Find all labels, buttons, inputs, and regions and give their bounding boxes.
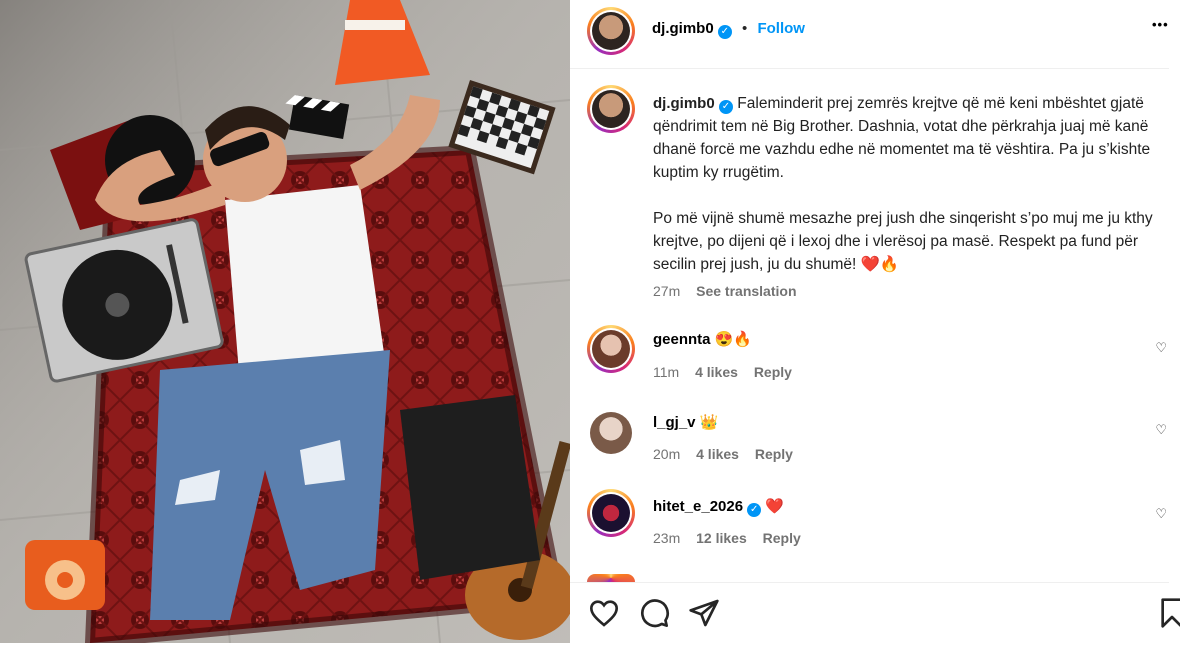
caption-username[interactable]: dj.gimb0: [653, 95, 715, 112]
follow-button[interactable]: Follow: [757, 20, 805, 37]
comment-text: ❤️: [765, 498, 785, 515]
comment-likes[interactable]: 4 likes: [695, 364, 738, 380]
caption-paragraph-2: Po më vijnë shumë mesazhe prej jush dhe …: [653, 210, 1153, 273]
comment-text: 👑: [699, 414, 719, 431]
verified-badge-icon: ✓: [747, 503, 762, 517]
comment-like-icon[interactable]: ♡: [1155, 422, 1167, 438]
comment-username[interactable]: l_gj_v: [653, 414, 696, 431]
comment-likes[interactable]: 4 likes: [696, 446, 739, 462]
comment-body: geennta 😍🔥: [653, 330, 752, 348]
comment-username[interactable]: geennta: [653, 331, 711, 348]
comment-likes[interactable]: 12 likes: [696, 530, 747, 546]
verified-badge-icon: ✓: [718, 100, 733, 114]
comment-meta: 23m 12 likes Reply: [653, 530, 813, 546]
comment-username[interactable]: hitet_e_2026: [653, 498, 743, 515]
header-separator: •: [742, 20, 748, 37]
share-icon[interactable]: [688, 597, 720, 629]
reply-button[interactable]: Reply: [754, 364, 792, 380]
comment-icon[interactable]: [638, 597, 670, 629]
comment-avatar[interactable]: [587, 325, 635, 373]
post-details-panel: dj.gimb0 ✓ • Follow ••• dj.gimb0 ✓ Falem…: [570, 0, 1197, 650]
comment-time: 11m: [653, 364, 680, 380]
comment-text: 😍🔥: [714, 331, 753, 348]
post-header-line: dj.gimb0 ✓ • Follow: [652, 20, 805, 39]
comment-avatar[interactable]: [590, 412, 632, 454]
comment-avatar[interactable]: [587, 489, 635, 537]
comment-meta: 11m 4 likes Reply: [653, 364, 804, 380]
post-image[interactable]: [0, 0, 570, 643]
like-icon[interactable]: [588, 597, 620, 629]
comment-avatar-partial: [587, 574, 635, 582]
comment-meta: 20m 4 likes Reply: [653, 446, 805, 462]
see-translation-link[interactable]: See translation: [696, 283, 796, 299]
comment-time: 23m: [653, 530, 681, 546]
comment-time: 20m: [653, 446, 681, 462]
more-icon[interactable]: •••: [1152, 17, 1169, 32]
post-caption: dj.gimb0 ✓ Faleminderit prej zemrës krej…: [653, 92, 1163, 303]
author-username[interactable]: dj.gimb0: [652, 20, 714, 37]
reply-button[interactable]: Reply: [763, 530, 801, 546]
caption-meta: 27m See translation: [653, 280, 1163, 303]
post-photo-illustration: [0, 0, 570, 643]
author-avatar[interactable]: [587, 7, 635, 55]
verified-badge-icon: ✓: [717, 25, 732, 39]
actions-divider: [570, 582, 1169, 583]
save-icon[interactable]: [1160, 597, 1180, 629]
header-divider: [570, 68, 1169, 69]
comment-body: l_gj_v 👑: [653, 413, 718, 431]
caption-author-avatar[interactable]: [587, 85, 635, 133]
comment-body: hitet_e_2026 ✓ ❤️: [653, 497, 784, 517]
comment-like-icon[interactable]: ♡: [1155, 340, 1167, 356]
caption-time: 27m: [653, 283, 681, 299]
reply-button[interactable]: Reply: [755, 446, 793, 462]
comment-like-icon[interactable]: ♡: [1155, 506, 1167, 522]
